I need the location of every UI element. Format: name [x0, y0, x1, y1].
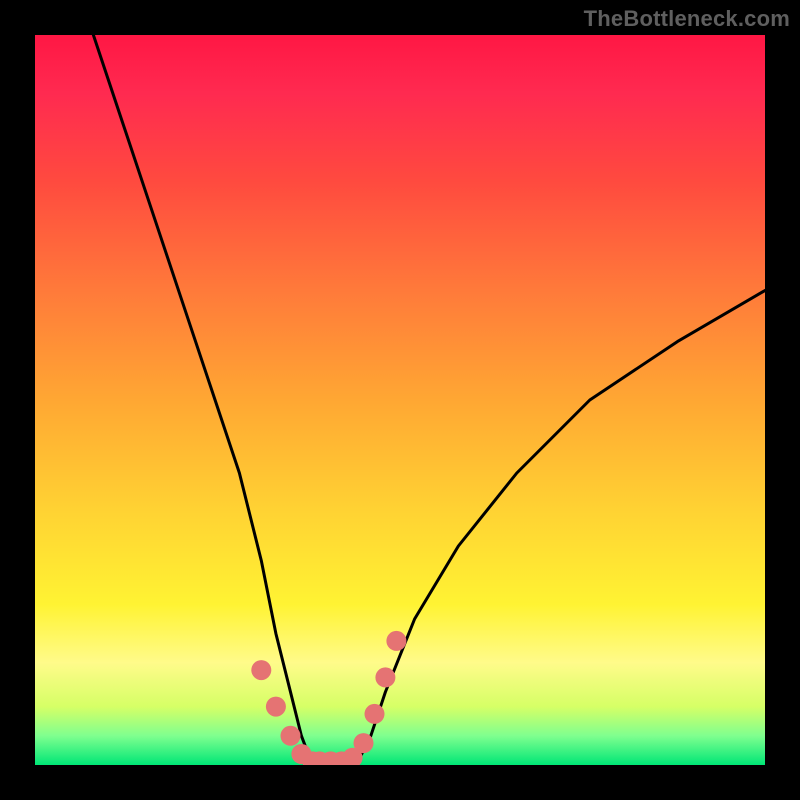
curve-path [93, 35, 765, 765]
highlight-dot [266, 697, 286, 717]
highlight-dot [365, 704, 385, 724]
chart-frame: TheBottleneck.com [0, 0, 800, 800]
highlight-dot [386, 631, 406, 651]
plot-area [35, 35, 765, 765]
watermark-text: TheBottleneck.com [584, 6, 790, 32]
bottleneck-curve [93, 35, 765, 765]
highlight-dot [281, 726, 301, 746]
highlight-dot [251, 660, 271, 680]
highlight-dot [375, 667, 395, 687]
chart-svg [35, 35, 765, 765]
highlight-dot [354, 733, 374, 753]
